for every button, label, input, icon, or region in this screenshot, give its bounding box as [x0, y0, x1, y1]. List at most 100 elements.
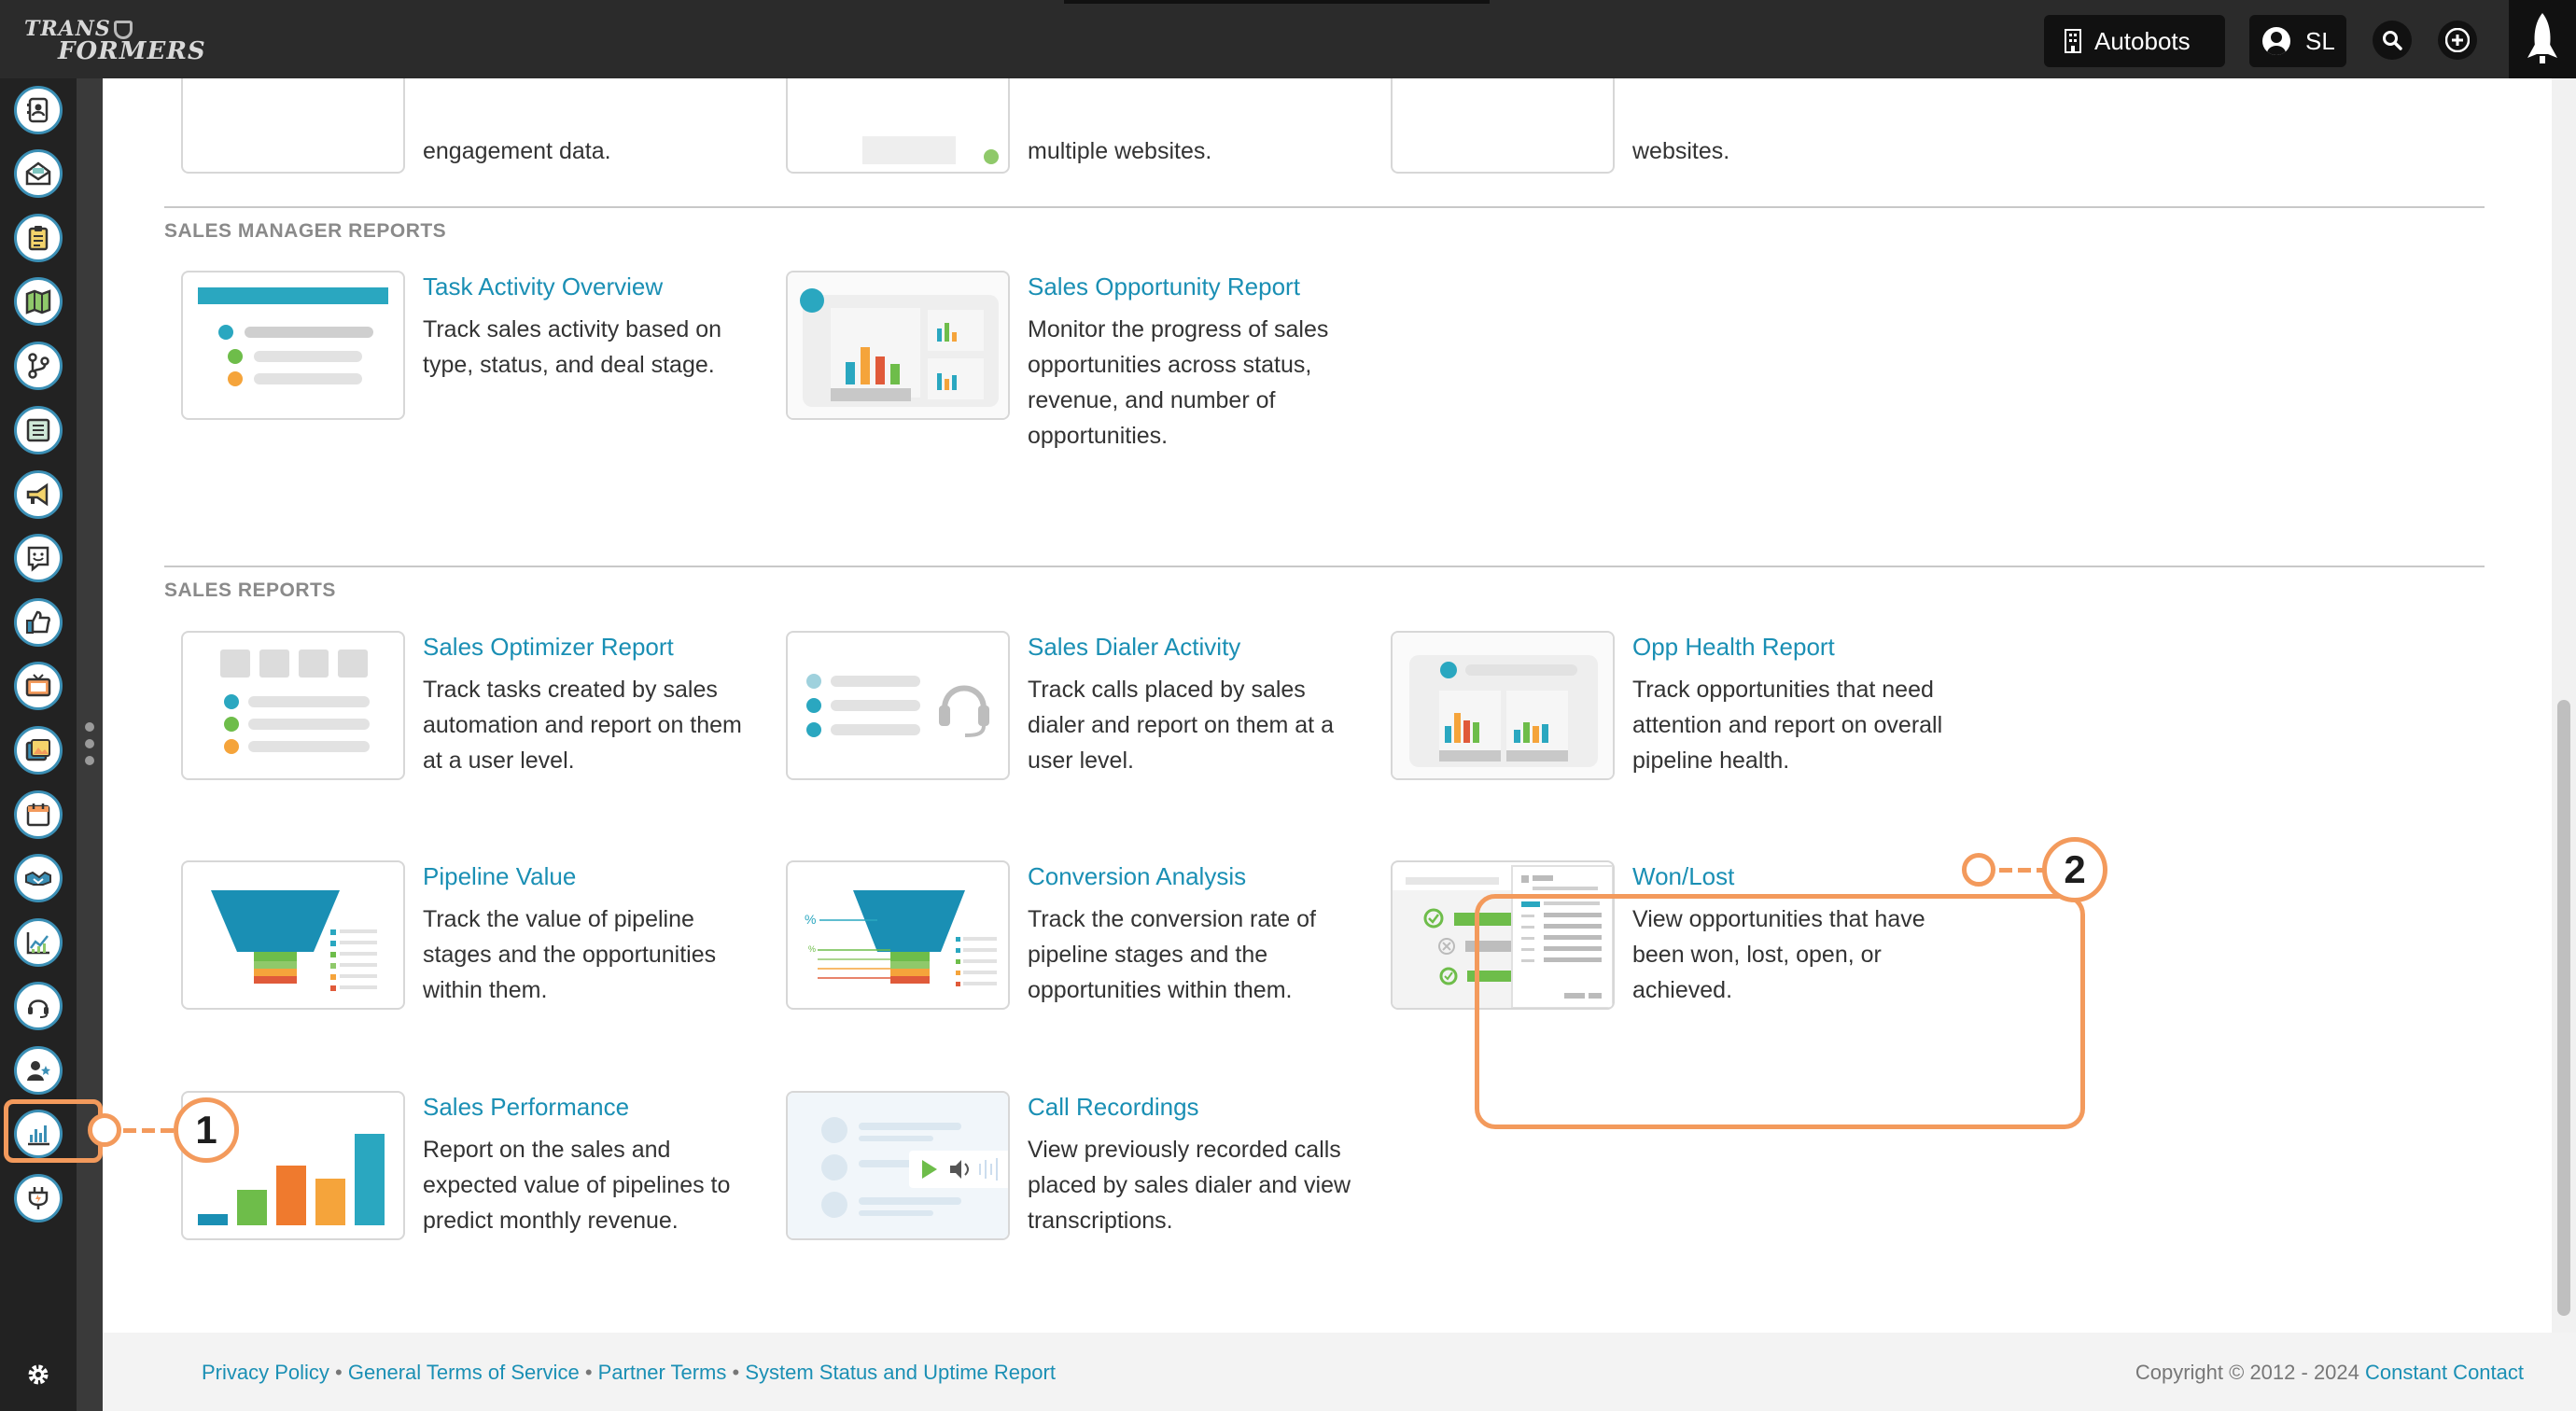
- search-button[interactable]: [2373, 21, 2412, 60]
- logo-line2: FORMERS: [58, 37, 206, 65]
- sidebar-item-partners[interactable]: [14, 854, 63, 902]
- sidebar-item-surveys[interactable]: [14, 534, 63, 582]
- sales-opportunity-thumbnail[interactable]: [786, 271, 1010, 420]
- report-desc: Report on the sales and expected value o…: [423, 1137, 731, 1234]
- footer-copyright: Copyright © 2012 - 2024 Constant Contact: [2135, 1361, 2524, 1385]
- list-icon: [26, 418, 50, 442]
- report-desc: Monitor the progress of sales opportunit…: [1028, 316, 1329, 449]
- report-link-task-activity[interactable]: Task Activity Overview: [423, 272, 663, 301]
- report-thumbnail[interactable]: [181, 78, 405, 174]
- sidebar-item-contacts[interactable]: [14, 86, 63, 134]
- svg-text:%: %: [808, 944, 816, 954]
- report-desc: Track calls placed by sales dialer and r…: [1028, 677, 1334, 774]
- call-recordings-thumbnail[interactable]: [786, 1091, 1010, 1240]
- report-desc: Track opportunities that need attention …: [1632, 677, 1943, 774]
- sidebar-item-integrations[interactable]: [14, 1174, 63, 1222]
- handle-dot: [85, 722, 94, 732]
- copyright-text: Copyright © 2012 - 2024: [2135, 1361, 2359, 1384]
- footer-link-terms[interactable]: General Terms of Service: [348, 1361, 580, 1384]
- footer-link-partner-terms[interactable]: Partner Terms: [598, 1361, 727, 1384]
- rocket-icon: [2527, 13, 2557, 63]
- report-link-pipeline-value[interactable]: Pipeline Value: [423, 862, 576, 891]
- report-thumbnail[interactable]: [786, 78, 1010, 174]
- pipeline-value-thumbnail[interactable]: [181, 860, 405, 1010]
- report-desc: multiple websites.: [1028, 138, 1212, 164]
- email-icon: [25, 161, 51, 186]
- user-initials: SL: [2305, 26, 2335, 55]
- top-bar: TRANS FORMERS Autobots SL: [0, 0, 2576, 78]
- report-link-sales-optimizer[interactable]: Sales Optimizer Report: [423, 633, 674, 662]
- footer-link-privacy[interactable]: Privacy Policy: [202, 1361, 329, 1384]
- handle-dot: [85, 739, 94, 748]
- org-switcher-button[interactable]: Autobots: [2044, 15, 2225, 67]
- create-button[interactable]: [2438, 21, 2477, 60]
- report-link-sales-opportunity[interactable]: Sales Opportunity Report: [1028, 272, 1300, 301]
- footer-links: Privacy Policy • General Terms of Servic…: [202, 1361, 1056, 1385]
- plus-icon: [2445, 28, 2470, 52]
- sidebar-item-pipeline[interactable]: [14, 342, 63, 390]
- calendar-icon: [26, 803, 50, 827]
- map-icon: [25, 289, 51, 314]
- section-divider: [164, 206, 2485, 208]
- report-link-conversion-analysis[interactable]: Conversion Analysis: [1028, 862, 1246, 891]
- settings-gear-icon[interactable]: [24, 1361, 52, 1389]
- sidebar-resize-handle[interactable]: [77, 78, 103, 1411]
- sidebar-item-calendar[interactable]: [14, 790, 63, 839]
- trend-icon: [26, 932, 49, 955]
- footer-separator: •: [335, 1361, 343, 1384]
- building-icon: [2065, 29, 2081, 53]
- logo-shield-icon: [114, 21, 133, 39]
- callout-anchor: [88, 1113, 121, 1147]
- report-desc: Track the conversion rate of pipeline st…: [1028, 906, 1316, 1003]
- sidebar-item-users[interactable]: [14, 1046, 63, 1095]
- clipboard-icon: [28, 226, 49, 251]
- footer-separator: •: [584, 1361, 593, 1384]
- tv-icon: [25, 674, 51, 697]
- report-link-won-lost[interactable]: Won/Lost: [1632, 862, 1734, 891]
- callout-badge-2: 2: [2042, 837, 2107, 902]
- section-title-sales-reports: SALES REPORTS: [164, 580, 336, 601]
- image-icon: [25, 739, 50, 761]
- footer-separator: •: [732, 1361, 740, 1384]
- top-strip: [1064, 0, 1490, 4]
- sidebar-item-dialer[interactable]: [14, 982, 63, 1030]
- callout-badge-1: 1: [174, 1097, 239, 1163]
- report-desc: View previously recorded calls placed by…: [1028, 1137, 1351, 1234]
- plug-icon: [28, 1187, 49, 1209]
- sidebar-item-map[interactable]: [14, 277, 63, 326]
- handshake-icon: [25, 871, 51, 886]
- report-thumbnail[interactable]: [1391, 78, 1615, 174]
- sidebar-item-lists[interactable]: [14, 406, 63, 454]
- sidebar-item-analytics[interactable]: [14, 918, 63, 967]
- launch-button[interactable]: [2509, 0, 2576, 78]
- report-link-sales-dialer[interactable]: Sales Dialer Activity: [1028, 633, 1240, 662]
- report-link-sales-performance[interactable]: Sales Performance: [423, 1093, 629, 1122]
- report-desc: Track the value of pipeline stages and t…: [423, 906, 717, 1003]
- sales-dialer-thumbnail[interactable]: [786, 631, 1010, 780]
- footer-link-company[interactable]: Constant Contact: [2365, 1361, 2524, 1384]
- sidebar-item-social[interactable]: [14, 598, 63, 647]
- scrollbar-thumb[interactable]: [2557, 700, 2570, 1316]
- sidebar-item-campaigns[interactable]: [14, 470, 63, 519]
- headset-icon: [28, 999, 49, 1018]
- report-link-call-recordings[interactable]: Call Recordings: [1028, 1093, 1199, 1122]
- sidebar-item-tasks[interactable]: [14, 214, 63, 262]
- sidebar-item-library[interactable]: [14, 726, 63, 775]
- sales-optimizer-thumbnail[interactable]: [181, 631, 405, 780]
- opp-health-thumbnail[interactable]: [1391, 631, 1615, 780]
- report-desc: Track tasks created by sales automation …: [423, 677, 742, 774]
- sidebar-item-email[interactable]: [14, 149, 63, 198]
- megaphone-icon: [26, 482, 49, 507]
- report-desc: websites.: [1632, 138, 1730, 164]
- footer-link-system-status[interactable]: System Status and Uptime Report: [745, 1361, 1056, 1384]
- task-activity-thumbnail[interactable]: [181, 271, 405, 420]
- vertical-scrollbar[interactable]: [2552, 78, 2576, 1333]
- user-menu-button[interactable]: SL: [2249, 15, 2346, 67]
- sidebar-item-media[interactable]: [14, 662, 63, 710]
- report-desc: Track sales activity based on type, stat…: [423, 316, 722, 378]
- contacts-icon: [27, 97, 49, 123]
- brand-logo[interactable]: TRANS FORMERS: [17, 17, 205, 65]
- conversion-analysis-thumbnail[interactable]: % %: [786, 860, 1010, 1010]
- user-star-icon: [27, 1061, 50, 1081]
- report-link-opp-health[interactable]: Opp Health Report: [1632, 633, 1835, 662]
